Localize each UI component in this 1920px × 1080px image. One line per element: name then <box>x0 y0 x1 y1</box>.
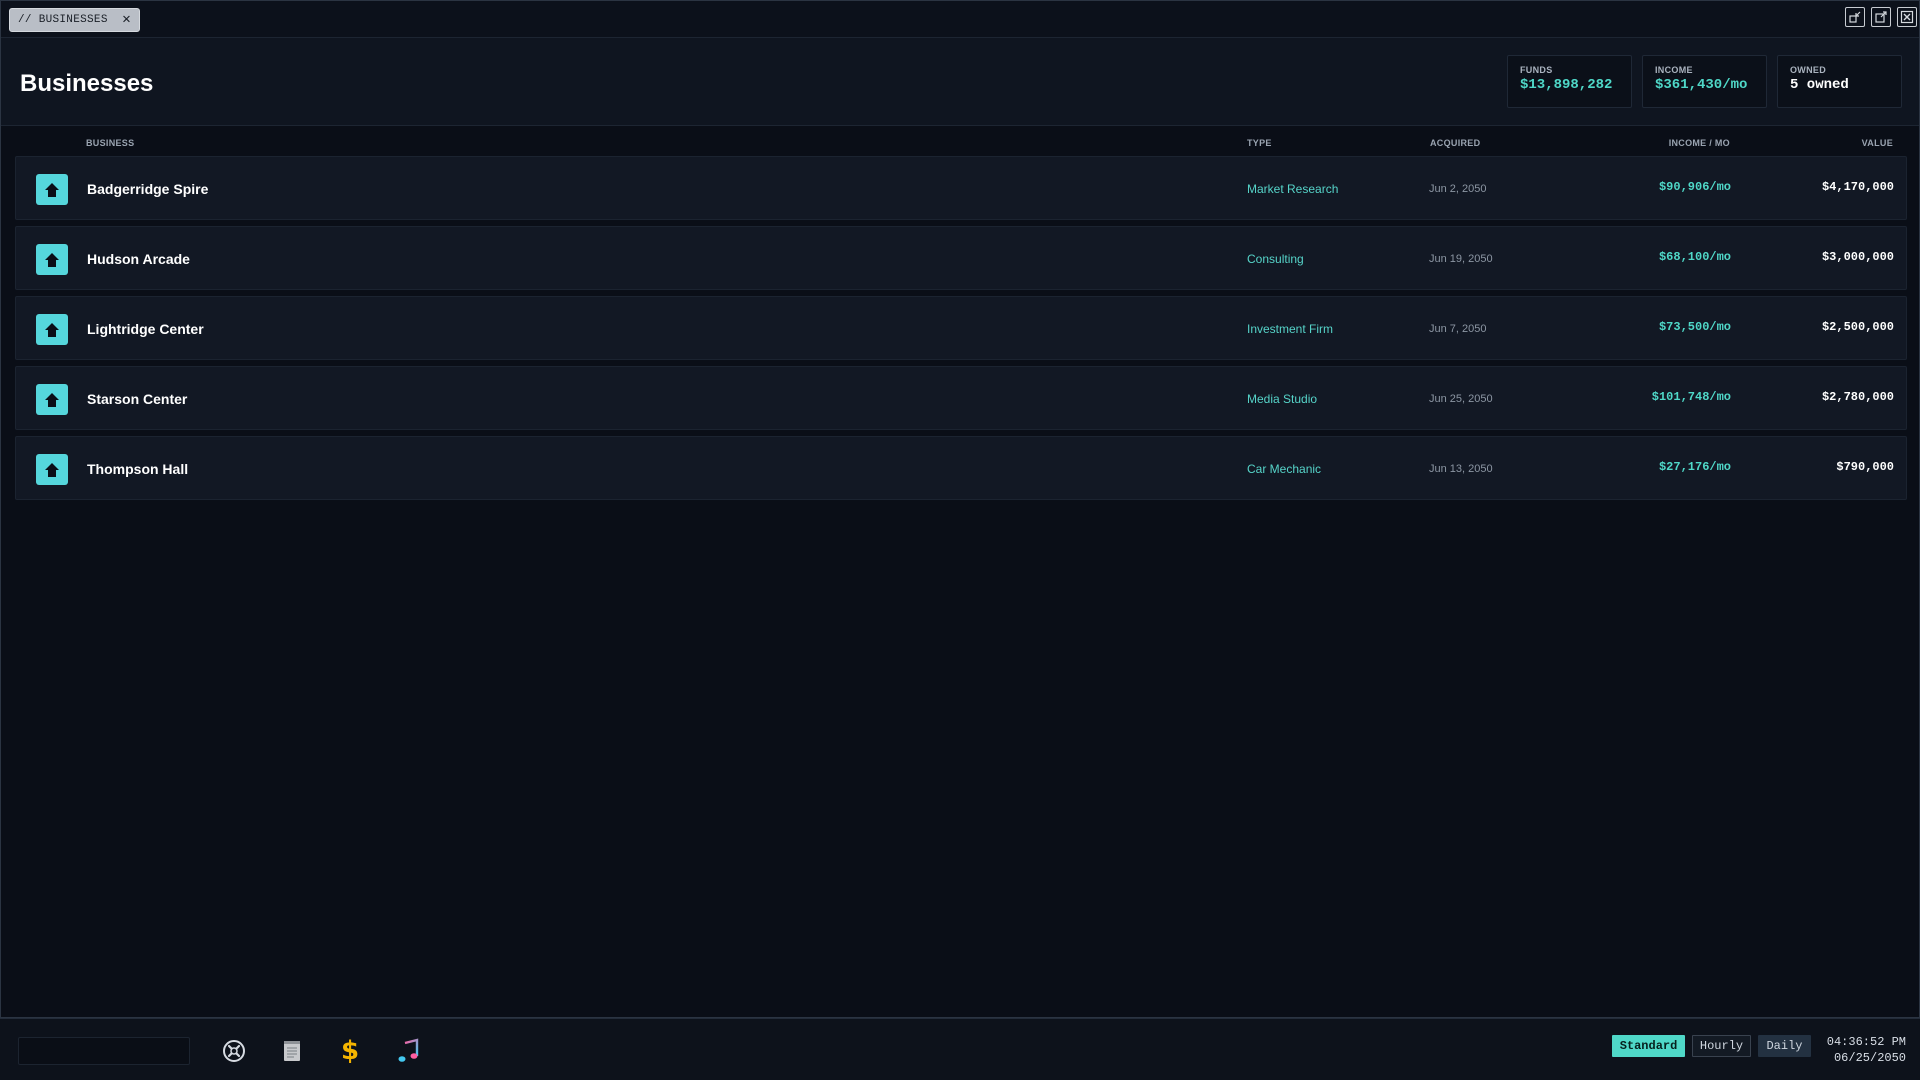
business-type: Market Research <box>1247 182 1339 196</box>
income-stat: INCOME $361,430/mo <box>1642 55 1767 108</box>
business-value: $3,000,000 <box>1821 250 1894 264</box>
table-row[interactable]: Lightridge Center Investment Firm Jun 7,… <box>15 296 1907 360</box>
owned-label: OWNED <box>1790 65 1826 75</box>
business-type: Investment Firm <box>1247 322 1334 336</box>
funds-stat: FUNDS $13,898,282 <box>1507 55 1632 108</box>
funds-value: $13,898,282 <box>1520 77 1613 93</box>
speed-standard-button[interactable]: Standard <box>1612 1035 1685 1057</box>
income-per-month: $101,748/mo <box>1651 390 1731 404</box>
acquired-date: Jun 2, 2050 <box>1429 183 1487 195</box>
business-value: $790,000 <box>1836 460 1894 474</box>
acquired-date: Jun 7, 2050 <box>1429 323 1487 335</box>
funds-label: FUNDS <box>1520 65 1553 75</box>
table-row[interactable]: Thompson Hall Car Mechanic Jun 13, 2050 … <box>15 436 1907 500</box>
speed-daily-button[interactable]: Daily <box>1758 1035 1811 1057</box>
owned-value: 5 owned <box>1790 77 1849 93</box>
business-name: Starson Center <box>87 391 188 407</box>
dollar-icon[interactable]: $ <box>335 1036 365 1066</box>
tab-bar: // BUSINESSES ✕ <box>1 1 1919 38</box>
business-value: $2,500,000 <box>1821 320 1894 334</box>
dollar-glyph: $ <box>340 1036 360 1066</box>
business-name: Lightridge Center <box>87 321 204 337</box>
business-name: Thompson Hall <box>87 461 189 477</box>
income-per-month: $27,176/mo <box>1658 460 1731 474</box>
taskbar-search-input[interactable] <box>18 1037 190 1065</box>
acquired-date: Jun 25, 2050 <box>1429 393 1493 405</box>
business-value: $2,780,000 <box>1821 390 1894 404</box>
table-row[interactable]: Starson Center Media Studio Jun 25, 2050… <box>15 366 1907 430</box>
income-label: INCOME <box>1655 65 1693 75</box>
house-icon <box>36 384 68 415</box>
column-header-business: BUSINESS <box>86 138 135 148</box>
house-icon <box>36 314 68 345</box>
table-row[interactable]: Badgerridge Spire Market Research Jun 2,… <box>15 156 1907 220</box>
business-name: Badgerridge Spire <box>87 181 209 197</box>
music-note-icon[interactable] <box>393 1036 423 1066</box>
column-header-income: INCOME / MO <box>1668 138 1730 148</box>
business-type: Car Mechanic <box>1247 462 1322 476</box>
table-row[interactable]: Hudson Arcade Consulting Jun 19, 2050 $6… <box>15 226 1907 290</box>
house-icon <box>36 244 68 275</box>
speed-hourly-button[interactable]: Hourly <box>1692 1035 1751 1057</box>
clock: 04:36:52 PM 06/25/2050 <box>1827 1034 1906 1066</box>
business-value: $4,170,000 <box>1821 180 1894 194</box>
clock-time: 04:36:52 PM <box>1826 1035 1906 1049</box>
clock-date: 06/25/2050 <box>1833 1051 1906 1065</box>
tab-close-icon[interactable]: ✕ <box>122 13 131 27</box>
notepad-icon[interactable] <box>277 1036 307 1066</box>
acquired-date: Jun 19, 2050 <box>1429 253 1493 265</box>
business-type: Consulting <box>1247 252 1304 266</box>
income-per-month: $90,906/mo <box>1658 180 1731 194</box>
close-window-icon[interactable] <box>1897 7 1917 27</box>
income-per-month: $73,500/mo <box>1658 320 1731 334</box>
business-type: Media Studio <box>1247 392 1318 406</box>
taskbar: $ Standard Hourly Daily 04:36:52 PM 06/2… <box>0 1018 1920 1080</box>
wrench-screwdriver-icon[interactable] <box>219 1036 249 1066</box>
income-per-month: $68,100/mo <box>1658 250 1731 264</box>
house-icon <box>36 454 68 485</box>
column-header-acquired: ACQUIRED <box>1430 138 1481 148</box>
owned-stat: OWNED 5 owned <box>1777 55 1902 108</box>
tab-label: // BUSINESSES <box>18 14 108 26</box>
tab-businesses[interactable]: // BUSINESSES ✕ <box>9 8 140 32</box>
column-header-type: TYPE <box>1247 138 1272 148</box>
business-name: Hudson Arcade <box>87 251 190 267</box>
page-title: Businesses <box>20 70 154 97</box>
page-header: Businesses FUNDS $13,898,282 INCOME $361… <box>1 38 1919 126</box>
income-value: $361,430/mo <box>1655 77 1748 93</box>
popout-window-icon[interactable] <box>1871 7 1891 27</box>
minimize-window-icon[interactable] <box>1845 7 1865 27</box>
house-icon <box>36 174 68 205</box>
acquired-date: Jun 13, 2050 <box>1429 463 1493 475</box>
businesses-window: // BUSINESSES ✕ Businesses FUNDS $13,898… <box>0 0 1920 1018</box>
column-header-value: VALUE <box>1861 138 1893 148</box>
